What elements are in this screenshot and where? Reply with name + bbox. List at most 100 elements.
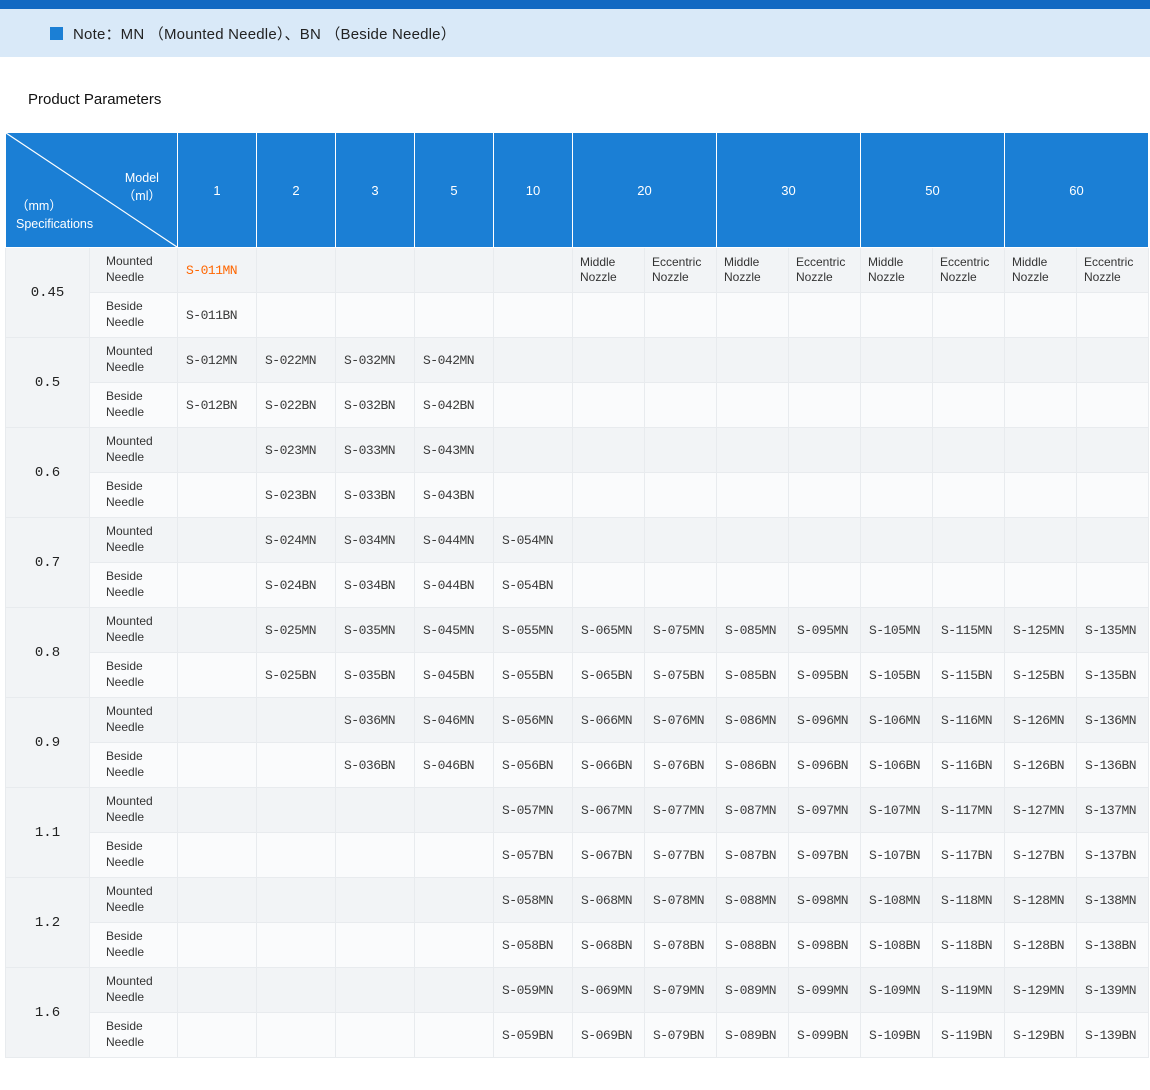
model-cell[interactable]: S-136MN: [1077, 698, 1149, 743]
model-cell[interactable]: S-126BN: [1005, 743, 1077, 788]
model-cell[interactable]: S-106MN: [861, 698, 933, 743]
model-cell[interactable]: S-036BN: [336, 743, 415, 788]
model-cell[interactable]: S-086BN: [717, 743, 789, 788]
model-cell[interactable]: S-076MN: [645, 698, 717, 743]
model-cell[interactable]: S-117MN: [933, 788, 1005, 833]
model-cell[interactable]: S-025BN: [257, 653, 336, 698]
model-cell[interactable]: S-032MN: [336, 338, 415, 383]
model-cell[interactable]: S-068MN: [573, 878, 645, 923]
model-cell[interactable]: S-139MN: [1077, 968, 1149, 1013]
model-cell[interactable]: S-069BN: [573, 1013, 645, 1058]
model-cell[interactable]: S-087MN: [717, 788, 789, 833]
model-cell[interactable]: S-044MN: [415, 518, 494, 563]
model-cell[interactable]: S-012BN: [178, 383, 257, 428]
model-cell[interactable]: S-058MN: [494, 878, 573, 923]
model-cell[interactable]: S-078BN: [645, 923, 717, 968]
model-cell[interactable]: S-036MN: [336, 698, 415, 743]
model-cell[interactable]: S-086MN: [717, 698, 789, 743]
model-cell[interactable]: S-023BN: [257, 473, 336, 518]
model-cell[interactable]: S-135BN: [1077, 653, 1149, 698]
model-cell[interactable]: S-045MN: [415, 608, 494, 653]
model-cell[interactable]: S-095MN: [789, 608, 861, 653]
model-cell[interactable]: S-079MN: [645, 968, 717, 1013]
model-cell[interactable]: S-089BN: [717, 1013, 789, 1058]
model-cell[interactable]: S-115MN: [933, 608, 1005, 653]
model-cell[interactable]: S-035MN: [336, 608, 415, 653]
model-cell[interactable]: S-067MN: [573, 788, 645, 833]
model-cell[interactable]: S-023MN: [257, 428, 336, 473]
model-cell[interactable]: S-085BN: [717, 653, 789, 698]
model-cell[interactable]: S-087BN: [717, 833, 789, 878]
model-cell[interactable]: S-096BN: [789, 743, 861, 788]
model-cell[interactable]: S-118BN: [933, 923, 1005, 968]
model-cell[interactable]: S-035BN: [336, 653, 415, 698]
model-cell[interactable]: S-025MN: [257, 608, 336, 653]
model-cell[interactable]: S-046BN: [415, 743, 494, 788]
model-cell[interactable]: S-034MN: [336, 518, 415, 563]
model-cell[interactable]: S-129BN: [1005, 1013, 1077, 1058]
model-cell[interactable]: S-067BN: [573, 833, 645, 878]
model-cell[interactable]: S-076BN: [645, 743, 717, 788]
model-cell[interactable]: S-119MN: [933, 968, 1005, 1013]
model-cell[interactable]: S-075MN: [645, 608, 717, 653]
model-cell[interactable]: S-138MN: [1077, 878, 1149, 923]
model-cell[interactable]: S-077MN: [645, 788, 717, 833]
model-cell[interactable]: S-098MN: [789, 878, 861, 923]
model-cell[interactable]: S-128MN: [1005, 878, 1077, 923]
model-cell[interactable]: S-108MN: [861, 878, 933, 923]
model-cell[interactable]: S-022BN: [257, 383, 336, 428]
model-cell[interactable]: S-045BN: [415, 653, 494, 698]
model-cell[interactable]: S-089MN: [717, 968, 789, 1013]
model-cell[interactable]: S-137BN: [1077, 833, 1149, 878]
model-cell[interactable]: S-054BN: [494, 563, 573, 608]
model-cell[interactable]: S-046MN: [415, 698, 494, 743]
model-cell[interactable]: S-078MN: [645, 878, 717, 923]
model-cell[interactable]: S-125BN: [1005, 653, 1077, 698]
model-cell[interactable]: S-054MN: [494, 518, 573, 563]
model-cell[interactable]: S-042BN: [415, 383, 494, 428]
model-cell[interactable]: S-043BN: [415, 473, 494, 518]
model-cell[interactable]: S-096MN: [789, 698, 861, 743]
model-cell[interactable]: S-055BN: [494, 653, 573, 698]
model-cell[interactable]: S-129MN: [1005, 968, 1077, 1013]
model-cell[interactable]: S-095BN: [789, 653, 861, 698]
model-cell[interactable]: S-069MN: [573, 968, 645, 1013]
model-cell[interactable]: S-119BN: [933, 1013, 1005, 1058]
model-cell[interactable]: S-116MN: [933, 698, 1005, 743]
model-cell[interactable]: S-033MN: [336, 428, 415, 473]
model-cell[interactable]: S-088MN: [717, 878, 789, 923]
model-cell[interactable]: S-059MN: [494, 968, 573, 1013]
model-cell[interactable]: S-135MN: [1077, 608, 1149, 653]
model-cell[interactable]: S-043MN: [415, 428, 494, 473]
model-cell[interactable]: S-011MN: [178, 248, 257, 293]
model-cell[interactable]: S-107BN: [861, 833, 933, 878]
model-cell[interactable]: S-105BN: [861, 653, 933, 698]
model-cell[interactable]: S-109BN: [861, 1013, 933, 1058]
model-cell[interactable]: S-033BN: [336, 473, 415, 518]
model-cell[interactable]: S-098BN: [789, 923, 861, 968]
model-cell[interactable]: S-107MN: [861, 788, 933, 833]
model-cell[interactable]: S-136BN: [1077, 743, 1149, 788]
model-cell[interactable]: S-032BN: [336, 383, 415, 428]
model-cell[interactable]: S-137MN: [1077, 788, 1149, 833]
model-cell[interactable]: S-097BN: [789, 833, 861, 878]
model-cell[interactable]: S-024MN: [257, 518, 336, 563]
model-cell[interactable]: S-024BN: [257, 563, 336, 608]
model-cell[interactable]: S-044BN: [415, 563, 494, 608]
model-cell[interactable]: S-066BN: [573, 743, 645, 788]
model-cell[interactable]: S-057MN: [494, 788, 573, 833]
model-cell[interactable]: S-079BN: [645, 1013, 717, 1058]
model-cell[interactable]: S-127BN: [1005, 833, 1077, 878]
model-cell[interactable]: S-109MN: [861, 968, 933, 1013]
model-cell[interactable]: S-099BN: [789, 1013, 861, 1058]
model-cell[interactable]: S-034BN: [336, 563, 415, 608]
model-cell[interactable]: S-012MN: [178, 338, 257, 383]
model-cell[interactable]: S-056BN: [494, 743, 573, 788]
model-cell[interactable]: S-059BN: [494, 1013, 573, 1058]
model-cell[interactable]: S-128BN: [1005, 923, 1077, 968]
model-cell[interactable]: S-117BN: [933, 833, 1005, 878]
model-cell[interactable]: S-125MN: [1005, 608, 1077, 653]
model-cell[interactable]: S-116BN: [933, 743, 1005, 788]
model-cell[interactable]: S-115BN: [933, 653, 1005, 698]
model-cell[interactable]: S-066MN: [573, 698, 645, 743]
